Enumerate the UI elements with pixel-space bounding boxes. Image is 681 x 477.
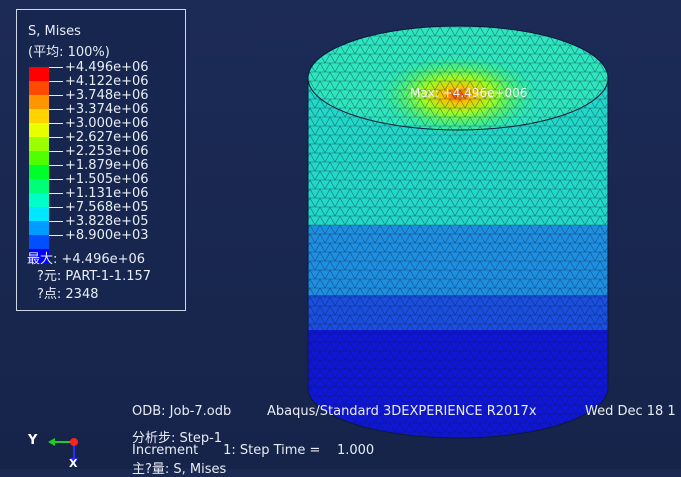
legend-swatch (29, 95, 49, 109)
odb-name: ODB: Job-7.odb (132, 404, 232, 419)
run-date: Wed Dec 18 1 (585, 404, 676, 419)
legend-tick (49, 221, 63, 222)
legend-tick (49, 207, 63, 208)
legend-tick-label: +4.496e+06 (65, 60, 149, 75)
legend-tick-label: +3.828e+05 (65, 214, 149, 229)
legend-tick (49, 95, 63, 96)
legend-tick (49, 165, 63, 166)
legend-tick-label: +7.568e+05 (65, 200, 149, 215)
legend-tick (49, 179, 63, 180)
legend-tick-label: +3.000e+06 (65, 116, 149, 131)
legend-tick (49, 137, 63, 138)
legend-title: S, Mises (28, 24, 81, 39)
legend-swatch (29, 151, 49, 165)
legend-tick (49, 193, 63, 194)
legend-tick-label: +1.879e+06 (65, 158, 149, 173)
legend-swatch (29, 179, 49, 193)
legend-color-bar (29, 67, 49, 263)
legend-max-element: ?元: PART-1-1.157 (37, 269, 152, 284)
max-value-marker: Max: +4.496e+006 (410, 86, 528, 100)
legend-swatch (29, 81, 49, 95)
legend-tick-label: +8.900e+03 (65, 228, 149, 243)
legend-tick (49, 81, 63, 82)
increment-info: Increment 1: Step Time = 1.000 (132, 443, 375, 458)
x-axis-label: X (69, 457, 78, 470)
legend-swatch (29, 207, 49, 221)
legend-swatch (29, 67, 49, 81)
legend-swatch (29, 123, 49, 137)
legend-tick (49, 109, 63, 110)
axis-triad: Y X (24, 425, 84, 470)
legend-tick (49, 151, 63, 152)
y-axis-label: Y (28, 433, 38, 448)
legend-swatch (29, 235, 49, 249)
legend-tick-label: +2.627e+06 (65, 130, 149, 145)
solver-version: Abaqus/Standard 3DEXPERIENCE R2017x (267, 404, 537, 419)
legend-tick-label: +1.131e+06 (65, 186, 149, 201)
contour-legend[interactable]: S, Mises (平均: 100%) +4.496e+06 +4.122e+06… (16, 9, 186, 311)
legend-swatch (29, 221, 49, 235)
viewport[interactable]: S, Mises (平均: 100%) +4.496e+06 +4.122e+06… (0, 0, 681, 477)
legend-tick (49, 67, 63, 68)
legend-swatch (29, 109, 49, 123)
legend-swatch (29, 165, 49, 179)
legend-tick-label: +3.748e+06 (65, 88, 149, 103)
primary-variable: 主?量: S, Mises (132, 462, 227, 477)
legend-max-node: ?点: 2348 (37, 287, 99, 302)
legend-tick-label: +3.374e+06 (65, 102, 149, 117)
legend-tick-label: +4.122e+06 (65, 74, 149, 89)
legend-swatch (29, 137, 49, 151)
legend-swatch (29, 193, 49, 207)
legend-tick-label: +1.505e+06 (65, 172, 149, 187)
legend-tick (49, 123, 63, 124)
legend-averaging: (平均: 100%) (28, 45, 110, 60)
legend-tick-label: +2.253e+06 (65, 144, 149, 159)
legend-tick (49, 235, 63, 236)
